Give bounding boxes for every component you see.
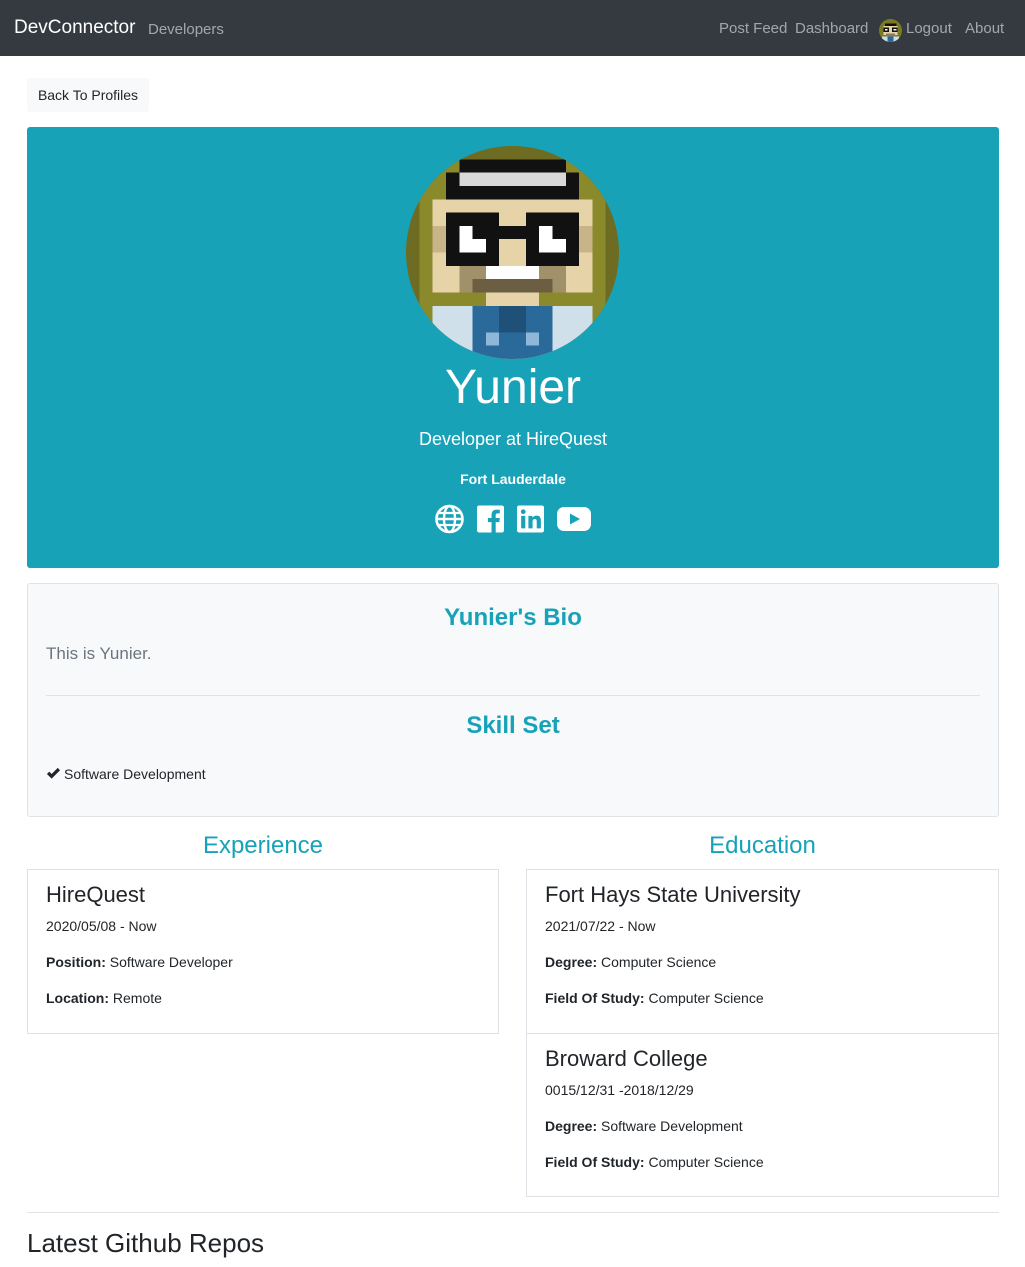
bio-heading: Yunier's Bio [444, 604, 582, 631]
experience-position: Position: Software Developer [46, 954, 233, 970]
nav-logout-link[interactable]: Logout [906, 20, 952, 37]
education-item: Fort Hays State University 2021/07/22 - … [527, 870, 998, 1034]
education-card: Fort Hays State University 2021/07/22 - … [526, 869, 999, 1197]
nav-post-feed-link[interactable]: Post Feed [719, 20, 787, 37]
education-dates: 0015/12/31 -2018/12/29 [545, 1082, 694, 1098]
globe-icon[interactable] [434, 504, 465, 534]
experience-company: HireQuest [46, 882, 146, 907]
experience-heading: Experience [202, 832, 324, 859]
skill-label: Software Development [64, 766, 206, 782]
field-value: Computer Science [644, 990, 764, 1006]
degree-label: Degree: [545, 1118, 598, 1134]
education-degree: Degree: Computer Science [545, 954, 716, 970]
profile-header-card: Yunier Developer at HireQuest Fort Laude… [27, 127, 999, 568]
location-label: Location: [46, 990, 109, 1006]
degree-label: Degree: [545, 954, 598, 970]
profile-about-card: Yunier's Bio This is Yunier. Skill Set S… [27, 583, 999, 817]
skill-item: Software Development [46, 766, 206, 782]
profile-location: Fort Lauderdale [460, 471, 566, 487]
github-repos-heading: Latest Github Repos [27, 1228, 265, 1258]
nav-developers-link[interactable]: Developers [148, 21, 224, 38]
nav-about-link[interactable]: About [965, 20, 1004, 37]
experience-location: Location: Remote [46, 990, 162, 1006]
facebook-icon[interactable] [477, 504, 504, 534]
back-to-profiles-button[interactable]: Back To Profiles [27, 78, 149, 112]
navbar: DevConnector Developers Post Feed Dashbo… [0, 0, 1025, 56]
position-label: Position: [46, 954, 106, 970]
profile-name: Yunier [444, 361, 582, 414]
bio-text: This is Yunier. [46, 644, 152, 663]
field-label: Field Of Study: [545, 1154, 645, 1170]
location-value: Remote [109, 990, 162, 1006]
divider [46, 695, 980, 696]
degree-value: Computer Science [597, 954, 717, 970]
check-icon [46, 767, 61, 780]
youtube-icon[interactable] [557, 504, 591, 534]
experience-card: HireQuest 2020/05/08 - Now Position: Sof… [27, 869, 499, 1034]
field-value: Computer Science [644, 1154, 764, 1170]
profile-avatar [406, 146, 619, 359]
nav-dashboard-link[interactable]: Dashboard [795, 20, 868, 37]
position-value: Software Developer [105, 954, 233, 970]
linkedin-icon[interactable] [517, 504, 544, 534]
experience-dates: 2020/05/08 - Now [46, 918, 157, 934]
education-heading: Education [709, 832, 816, 859]
brand-link[interactable]: DevConnector [14, 17, 135, 39]
education-school: Fort Hays State University [545, 882, 801, 907]
education-field: Field Of Study: Computer Science [545, 1154, 764, 1170]
field-label: Field Of Study: [545, 990, 645, 1006]
skills-heading: Skill Set [466, 712, 560, 739]
education-item: Broward College 0015/12/31 -2018/12/29 D… [527, 1033, 998, 1197]
education-dates: 2021/07/22 - Now [545, 918, 656, 934]
profile-status: Developer at HireQuest [418, 429, 608, 449]
education-school: Broward College [545, 1046, 708, 1071]
education-field: Field Of Study: Computer Science [545, 990, 764, 1006]
divider [27, 1212, 999, 1213]
education-degree: Degree: Software Development [545, 1118, 743, 1134]
degree-value: Software Development [597, 1118, 743, 1134]
user-avatar[interactable] [879, 19, 902, 42]
